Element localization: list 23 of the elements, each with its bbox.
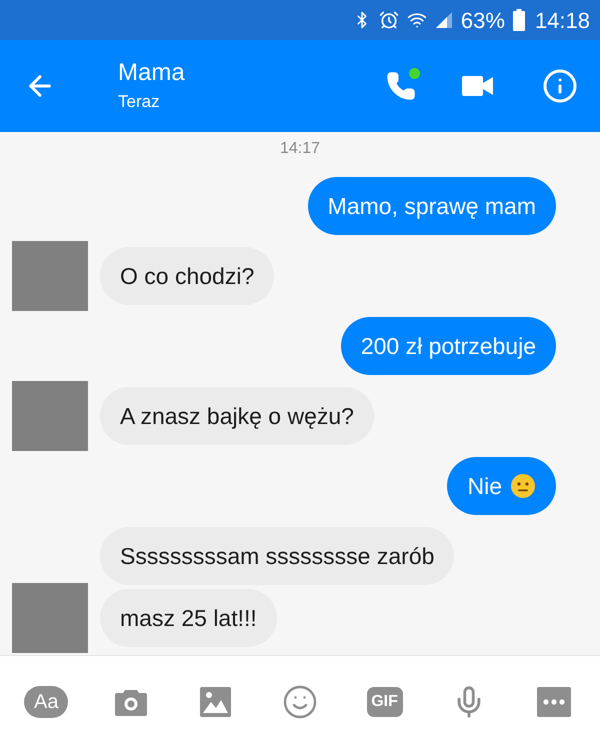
- text-style-button[interactable]: Aa: [24, 686, 68, 718]
- contact-status: Teraz: [118, 91, 161, 113]
- clock-time: 14:18: [534, 6, 590, 34]
- more-icon[interactable]: [536, 687, 571, 717]
- contact-name: Mama: [118, 59, 186, 87]
- alarm-icon: [378, 10, 399, 30]
- camera-icon[interactable]: [114, 687, 148, 717]
- info-button[interactable]: [542, 68, 578, 104]
- message-timestamp: 14:17: [280, 139, 320, 159]
- message-text: masz 25 lat!!!: [120, 604, 257, 633]
- message-text: Nie: [467, 472, 502, 501]
- battery-percent: 63%: [460, 6, 505, 34]
- video-call-button[interactable]: [462, 75, 494, 97]
- message-text: Sssssssssam sssssssse zarób: [120, 542, 434, 571]
- message-text: O co chodzi?: [120, 262, 254, 291]
- message-text: 200 zł potrzebuje: [360, 332, 536, 361]
- emoji-icon[interactable]: [282, 684, 318, 720]
- signal-icon: [434, 11, 453, 29]
- message-text: A znasz bajkę o wężu?: [120, 402, 354, 431]
- gif-button[interactable]: GIF: [366, 687, 403, 717]
- message-text: Mamo, sprawę mam: [328, 192, 536, 221]
- battery-icon: [512, 9, 525, 31]
- image-icon[interactable]: [200, 687, 231, 717]
